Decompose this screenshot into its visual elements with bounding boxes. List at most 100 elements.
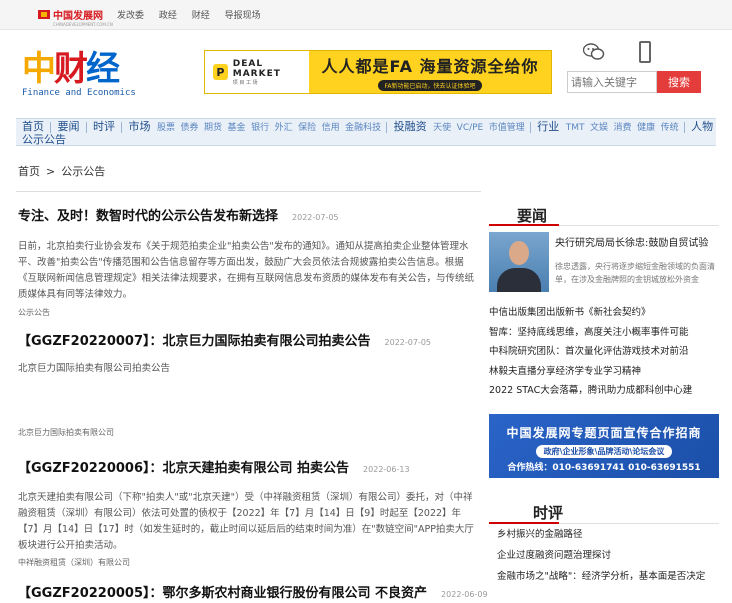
search-button[interactable]: 搜索: [657, 71, 701, 93]
commentary-item[interactable]: 企业过度融资问题治理探讨: [489, 545, 719, 566]
featured-news-summary: 徐忠透露，央行将逐步缩短金融领域的负面清单，在涉及金融牌照的金钥城放松外资金: [555, 262, 715, 284]
breadcrumb-home[interactable]: 首页: [18, 165, 40, 178]
promo-ad-banner[interactable]: 中国发展网专题页面宣传合作招商 政府\企业形象\品牌活动\论坛会议 合作热线：0…: [489, 413, 719, 478]
article-title[interactable]: 【GGZF20220007】：北京巨力国际拍卖有限公司拍卖公告 2022-07-0…: [18, 330, 480, 349]
ad-title: 中国发展网专题页面宣传合作招商: [506, 425, 702, 440]
nav-subitem[interactable]: 外汇: [275, 123, 293, 133]
commentary-list: 乡村振兴的金融路径 企业过度融资问题治理探讨 金融市场之"战略"：经济学分析，基…: [489, 524, 719, 587]
channel-nav: 首页 要闻 时评 市场 股票 债券 期货 基金 银行 外汇 保险 信用 金融科技…: [16, 118, 716, 146]
commentary-section: 时评 乡村振兴的金融路径 企业过度融资问题治理探讨 金融市场之"战略"：经济学分…: [489, 490, 719, 587]
commentary-item[interactable]: 乡村振兴的金融路径: [489, 524, 719, 545]
news-list-item[interactable]: 智库：坚持底线思维，高度关注小概率事件可能: [489, 323, 719, 343]
featured-news-photo[interactable]: [489, 232, 549, 292]
nav-subitem[interactable]: 银行: [251, 123, 269, 133]
article-item: 【GGZF20220007】：北京巨力国际拍卖有限公司拍卖公告 2022-07-0…: [18, 330, 480, 438]
nav-item-investment[interactable]: 投融资: [394, 120, 427, 133]
article-date: 2022-07-05: [292, 213, 339, 222]
sidebar-heading: 时评: [489, 490, 719, 524]
nav-item-people[interactable]: 人物: [691, 120, 713, 133]
article-summary: 北京天建拍卖有限公司（下称"拍卖人"或"北京天建"）受（中祥融资租赁（深圳）有限…: [18, 492, 474, 551]
article-title[interactable]: 【GGZF20220005】：鄂尔多斯农村商业银行股份有限公司 不良资产 2022…: [18, 582, 488, 601]
article-title[interactable]: 【GGZF20220006】：北京天建拍卖有限公司 拍卖公告 2022-06-13: [18, 457, 480, 476]
site-logo[interactable]: 中国发展网 CHINADEVELOPMENT.COM.CN: [38, 7, 113, 27]
article-source: 中祥融资租赁（深圳）有限公司: [18, 558, 130, 567]
nav-item-industry[interactable]: 行业: [537, 120, 559, 133]
nav-subitem[interactable]: 基金: [228, 123, 246, 133]
article-date: 2022-07-05: [384, 338, 432, 347]
top-nav-link[interactable]: 导报现场: [225, 11, 261, 21]
banner-brand: P DEAL MARKET 项 目 工 场: [205, 51, 309, 93]
ad-contact: 合作热线：010-63691741 010-63691551: [507, 462, 701, 473]
channel-nav-row: 公示公告: [22, 133, 69, 146]
search-box: 搜索: [567, 71, 701, 93]
banner-subline: FA新功能已启动，快去认证体验吧: [378, 80, 482, 91]
divider: [16, 191, 481, 192]
nav-subitem[interactable]: 信用: [322, 123, 340, 133]
article-source: 公示公告: [18, 308, 50, 317]
nav-subitem[interactable]: TMT: [566, 123, 585, 133]
featured-news[interactable]: 央行研究局局长徐忠:鼓励自贸试验 徐忠透露，央行将逐步缩短金融领域的负面清单，在…: [489, 232, 719, 302]
nav-subitem[interactable]: 文娱: [590, 123, 608, 133]
featured-news-title[interactable]: 央行研究局局长徐忠:鼓励自贸试验: [555, 234, 708, 249]
site-logo-subtext: CHINADEVELOPMENT.COM.CN: [53, 22, 113, 27]
top-nav-link[interactable]: 发改委: [117, 11, 144, 21]
news-list: 中信出版集团出版新书《新社会契约》 智库：坚持底线思维，高度关注小概率事件可能 …: [489, 303, 719, 401]
commentary-item[interactable]: 金融市场之"战略"：经济学分析，基本面是否决定: [489, 566, 719, 587]
nav-subitem[interactable]: 债券: [181, 123, 199, 133]
nav-subitem[interactable]: VC/PE: [457, 123, 484, 133]
nav-subitem[interactable]: 股票: [157, 123, 175, 133]
breadcrumb: 首页 > 公示公告: [18, 163, 111, 179]
article-source: 北京巨力国际拍卖有限公司: [18, 428, 114, 437]
banner-brand-name: DEAL MARKET: [232, 58, 281, 79]
news-list-item[interactable]: 林毅夫直播分享经济学专业学习精神: [489, 362, 719, 382]
article-summary: 北京巨力国际拍卖有限公司拍卖公告: [18, 363, 171, 374]
article-summary: 日前，北京拍卖行业协会发布《关于规范拍卖企业"拍卖公告"发布的通知》。通知从提高…: [18, 241, 475, 300]
nav-subitem[interactable]: 健康: [637, 123, 655, 133]
banner-brand-sub: 项 目 工 场: [232, 79, 258, 86]
nav-subitem[interactable]: 保险: [298, 123, 316, 133]
logo-char: 经: [86, 49, 120, 89]
sidebar-heading: 要闻: [489, 192, 719, 226]
top-nav: 发改委 政经 财经 导报现场: [117, 8, 273, 21]
ad-subtitle: 政府\企业形象\品牌活动\论坛会议: [535, 444, 673, 458]
top-bar: 中国发展网 CHINADEVELOPMENT.COM.CN 发改委 政经 财经 …: [0, 0, 732, 30]
deal-market-icon: P: [213, 64, 228, 80]
site-logo-icon: [38, 10, 50, 19]
logo-char: 财: [54, 49, 88, 89]
article-item: 【GGZF20220006】：北京天建拍卖有限公司 拍卖公告 2022-06-13…: [18, 457, 480, 568]
nav-item-commentary[interactable]: 时评: [93, 120, 115, 133]
news-list-item[interactable]: 中科院研究团队：首次量化评估游戏技术对前沿: [489, 342, 719, 362]
top-nav-link[interactable]: 政经: [159, 11, 177, 21]
mobile-icon[interactable]: [639, 41, 651, 63]
nav-item-market[interactable]: 市场: [129, 120, 151, 133]
news-list-item[interactable]: 2022 STAC大会落幕，腾讯助力成都科创中心建: [489, 381, 719, 401]
nav-subitem[interactable]: 金融科技: [345, 123, 381, 133]
nav-subitem[interactable]: 传统: [661, 123, 679, 133]
nav-item-announcements[interactable]: 公示公告: [22, 133, 66, 146]
channel-logo[interactable]: 中财经 Finance and Economics: [22, 52, 152, 98]
banner-headline: 人人都是FA 海量资源全给你: [321, 57, 539, 76]
nav-item-home[interactable]: 首页: [22, 120, 44, 133]
wechat-icon[interactable]: [583, 42, 605, 62]
site-logo-text: 中国发展网: [53, 11, 103, 22]
nav-subitem[interactable]: 消费: [614, 123, 632, 133]
article-date: 2022-06-09: [441, 590, 488, 599]
channel-nav-row: 首页 要闻 时评 市场 股票 债券 期货 基金 银行 外汇 保险 信用 金融科技…: [22, 120, 716, 135]
article-item: 【GGZF20220005】：鄂尔多斯农村商业银行股份有限公司 不良资产 2022…: [18, 582, 488, 601]
logo-char: 中: [22, 49, 56, 89]
article-date: 2022-06-13: [363, 465, 410, 474]
article-item: 专注、及时！数智时代的公示公告发布新选择 2022-07-05 日前，北京拍卖行业…: [18, 205, 480, 318]
sidebar: 要闻 央行研究局局长徐忠:鼓励自贸试验 徐忠透露，央行将逐步缩短金融领域的负面清…: [489, 192, 719, 587]
article-title[interactable]: 专注、及时！数智时代的公示公告发布新选择 2022-07-05: [18, 205, 480, 224]
news-list-item[interactable]: 中信出版集团出版新书《新社会契约》: [489, 303, 719, 323]
logo-english: Finance and Economics: [22, 88, 136, 98]
top-nav-link[interactable]: 财经: [192, 11, 210, 21]
nav-subitem[interactable]: 市值管理: [489, 123, 525, 133]
breadcrumb-separator: >: [46, 165, 56, 178]
deal-market-banner[interactable]: P DEAL MARKET 项 目 工 场 人人都是FA 海量资源全给你 FA新…: [204, 50, 552, 94]
nav-subitem[interactable]: 天使: [433, 123, 451, 133]
nav-item-news[interactable]: 要闻: [58, 120, 80, 133]
breadcrumb-current: 公示公告: [61, 165, 106, 178]
search-input[interactable]: [567, 71, 657, 93]
nav-subitem[interactable]: 期货: [204, 123, 222, 133]
